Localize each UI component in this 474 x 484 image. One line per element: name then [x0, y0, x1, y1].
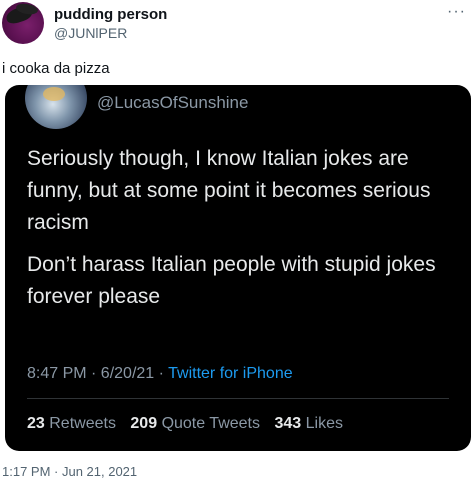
quotes-count: 209: [130, 415, 158, 432]
embedded-meta: 8:47 PM · 6/20/21 · Twitter for iPhone: [27, 365, 293, 383]
embedded-time: 8:47 PM · 6/20/21 ·: [27, 365, 169, 382]
quotes-stat: 209 Quote Tweets: [130, 415, 260, 432]
retweets-stat: 23 Retweets: [27, 415, 116, 432]
embedded-stats: 23 Retweets 209 Quote Tweets 343 Likes: [27, 415, 353, 433]
embedded-avatar: [25, 85, 87, 129]
embedded-source-link: Twitter for iPhone: [168, 365, 293, 382]
likes-label: Likes: [305, 415, 343, 432]
embedded-tweet-text: Seriously though, I know Italian jokes a…: [27, 143, 457, 323]
avatar[interactable]: [2, 2, 44, 44]
retweets-count: 23: [27, 415, 45, 432]
likes-count: 343: [274, 415, 302, 432]
divider: [27, 398, 449, 399]
embedded-avatar-detail: [43, 87, 65, 101]
embedded-paragraph-2: Don’t harass Italian people with stupid …: [27, 253, 436, 308]
retweets-label: Retweets: [49, 415, 116, 432]
embedded-screenshot[interactable]: @LucasOfSunshine Seriously though, I kno…: [5, 85, 471, 451]
more-options-icon[interactable]: ···: [447, 3, 466, 21]
likes-stat: 343 Likes: [274, 415, 343, 432]
quotes-label: Quote Tweets: [161, 415, 260, 432]
user-handle[interactable]: @JUNlPER: [54, 25, 127, 41]
tweet-timestamp[interactable]: 1:17 PM · Jun 21, 2021: [2, 464, 137, 479]
embedded-handle: @LucasOfSunshine: [97, 93, 249, 112]
embedded-paragraph-1: Seriously though, I know Italian jokes a…: [27, 147, 431, 234]
tweet-text: i cooka da pizza: [2, 60, 110, 77]
display-name[interactable]: pudding person: [54, 6, 167, 23]
